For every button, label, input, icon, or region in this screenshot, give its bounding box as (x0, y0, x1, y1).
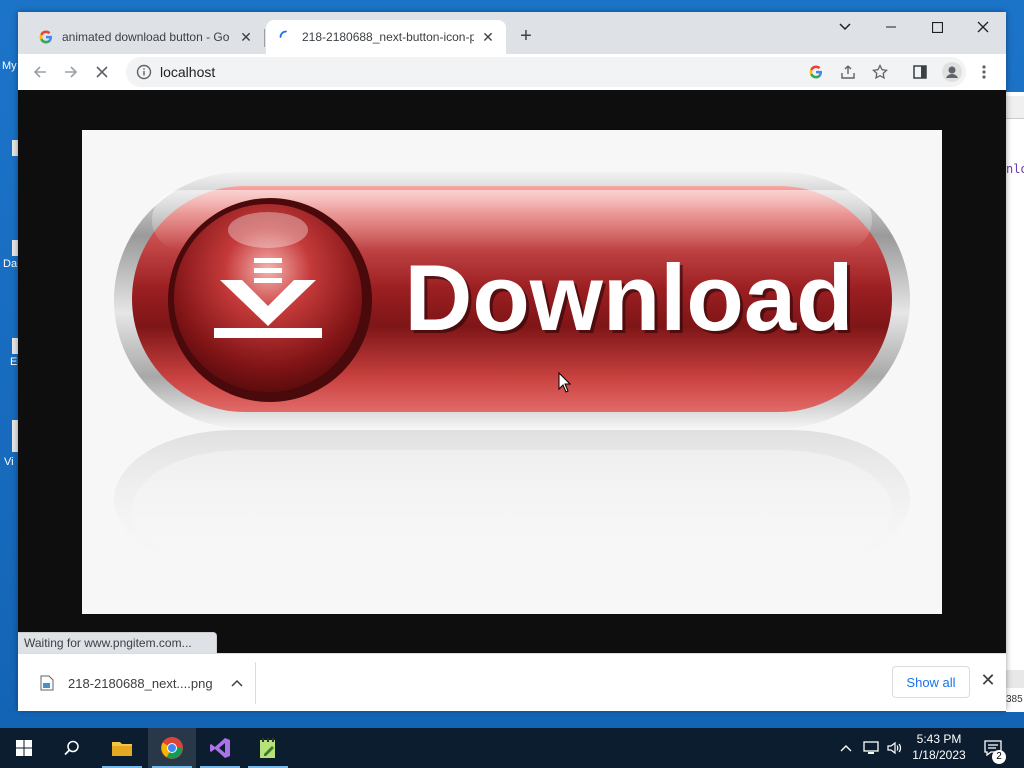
arrow-right-icon (65, 66, 78, 78)
taskbar-file-explorer[interactable] (98, 728, 146, 768)
download-shelf: 218-2180688_next....png Show all ✕ (18, 653, 1006, 711)
close-download-shelf-button[interactable]: ✕ (978, 670, 998, 690)
chevron-down-icon (839, 23, 851, 31)
maximize-button[interactable] (914, 12, 960, 42)
stop-icon (96, 66, 108, 78)
avatar-icon (942, 62, 962, 82)
arrow-left-icon (33, 66, 46, 78)
speaker-icon (887, 741, 902, 755)
url-text: localhost (160, 64, 216, 80)
image-file-icon (40, 675, 54, 691)
desktop-icon-label[interactable]: Da (3, 258, 17, 270)
page-content: Download Download (18, 90, 1006, 653)
background-window-toolbar (1006, 96, 1024, 119)
info-icon (136, 64, 152, 80)
forward-button[interactable] (57, 58, 85, 86)
new-tab-button[interactable]: + (514, 25, 538, 49)
network-tray-button[interactable] (860, 728, 882, 768)
taskbar: 5:43 PM 1/18/2023 2 (0, 728, 1024, 768)
browser-toolbar: localhost (18, 54, 1006, 91)
taskbar-visual-studio[interactable] (196, 728, 244, 768)
background-window[interactable]: nlo 385 (1006, 92, 1024, 712)
chevron-up-icon (231, 679, 243, 687)
clock-date: 1/18/2023 (912, 748, 966, 762)
show-all-button[interactable]: Show all (892, 666, 970, 698)
background-window-status: 385 (1006, 694, 1023, 705)
show-hidden-icons-button[interactable] (836, 728, 856, 768)
desktop-icon-label[interactable]: My (2, 60, 17, 72)
google-g-icon (38, 29, 54, 45)
menu-button[interactable] (970, 58, 998, 86)
chevron-up-icon (840, 745, 852, 752)
desktop-icon-label[interactable]: E (10, 356, 17, 368)
start-button[interactable] (0, 728, 48, 768)
clock-time: 5:43 PM (916, 732, 962, 746)
network-icon (863, 741, 879, 754)
profile-button[interactable] (938, 58, 966, 86)
side-panel-icon (913, 65, 927, 79)
visual-studio-icon (210, 738, 230, 758)
minimize-icon (886, 26, 896, 28)
taskbar-clock[interactable]: 5:43 PM 1/18/2023 (908, 731, 970, 763)
taskbar-notepad-plus[interactable] (244, 728, 292, 768)
notification-count-badge: 2 (992, 750, 1006, 764)
tab-title: animated download button - Go (62, 30, 230, 44)
browser-window: animated download button - Go ✕ 218-2180… (18, 12, 1006, 711)
download-item[interactable]: 218-2180688_next....png (28, 662, 254, 704)
bookmark-star-icon[interactable] (870, 62, 890, 82)
desktop-icon-label[interactable]: Vi (4, 456, 14, 468)
download-button-image[interactable]: Download Download (82, 130, 942, 614)
maximize-icon (931, 21, 943, 33)
background-window-code: nlo (1006, 162, 1024, 176)
tab-title: 218-2180688_next-button-icon-p (302, 30, 474, 44)
status-bubble: Waiting for www.pngitem.com... (18, 632, 217, 655)
close-window-button[interactable] (960, 12, 1006, 42)
tab-separator (264, 29, 265, 47)
search-icon (64, 740, 79, 756)
download-label: Download (404, 245, 853, 350)
share-icon[interactable] (838, 62, 858, 82)
tab-strip: animated download button - Go ✕ 218-2180… (18, 12, 1006, 54)
tab-image[interactable]: 218-2180688_next-button-icon-p ✕ (266, 20, 506, 54)
close-icon[interactable]: ✕ (480, 29, 496, 45)
windows-logo-icon (16, 740, 32, 756)
back-button[interactable] (26, 58, 54, 86)
minimize-button[interactable] (868, 12, 914, 42)
chrome-icon (161, 737, 183, 759)
search-button[interactable] (48, 728, 96, 768)
mouse-cursor-icon (558, 372, 572, 393)
stop-loading-button[interactable] (88, 58, 116, 86)
close-icon (977, 21, 989, 33)
background-window-scrollbar[interactable] (1006, 670, 1024, 688)
loading-spinner-icon (278, 29, 294, 45)
folder-icon (112, 742, 132, 756)
google-lens-icon[interactable] (806, 62, 826, 82)
tab-search-button[interactable] (822, 12, 868, 42)
tab-google-search[interactable]: animated download button - Go ✕ (26, 20, 264, 54)
side-panel-button[interactable] (906, 58, 934, 86)
close-icon[interactable]: ✕ (238, 29, 254, 45)
notepad-icon (260, 738, 275, 758)
address-bar[interactable]: localhost (126, 57, 966, 87)
volume-tray-button[interactable] (884, 728, 906, 768)
taskbar-chrome[interactable] (148, 728, 196, 768)
kebab-menu-icon (982, 65, 986, 79)
divider (255, 662, 256, 704)
download-filename: 218-2180688_next....png (68, 675, 213, 691)
